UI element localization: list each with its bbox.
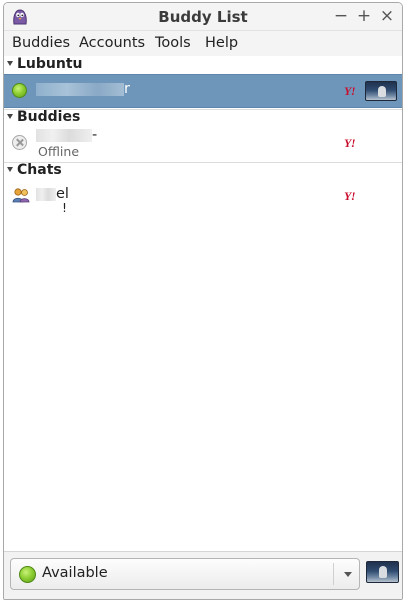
buddy-name: - [92, 127, 98, 143]
group-label: Lubuntu [17, 56, 83, 72]
title-bar[interactable]: Buddy List − + × [4, 3, 402, 31]
redacted-name [36, 83, 124, 96]
menu-buddies[interactable]: Buddies [12, 35, 70, 51]
dropdown-arrow-icon[interactable] [344, 572, 352, 577]
yahoo-icon: Y! [344, 84, 356, 98]
expander-arrow-icon[interactable] [7, 167, 13, 172]
buddy-avatar [365, 81, 397, 101]
buddy-list-window: Buddy List − + × Buddies Accounts Tools … [3, 2, 403, 600]
status-bar: Available [4, 551, 402, 599]
buddy-status-text: Offline [38, 144, 80, 159]
chat-row[interactable]: el ! Y! [4, 180, 402, 215]
menu-bar: Buddies Accounts Tools Help [4, 31, 402, 56]
redacted-name [36, 129, 92, 142]
buddy-list: Lubuntu r Y! Buddies - Offline Y! Chats [4, 56, 402, 551]
buddy-name: r [124, 81, 130, 97]
menu-tools[interactable]: Tools [155, 35, 191, 51]
group-label: Buddies [17, 109, 81, 125]
group-header-buddies[interactable]: Buddies [4, 109, 402, 127]
group-label: Chats [17, 162, 62, 178]
minimize-button[interactable]: − [332, 6, 350, 26]
offline-status-icon [12, 135, 27, 150]
group-header-lubuntu[interactable]: Lubuntu [4, 56, 402, 74]
chat-sub-mark: ! [62, 200, 68, 215]
menu-accounts[interactable]: Accounts [79, 35, 145, 51]
my-avatar[interactable] [366, 561, 399, 583]
buddy-row[interactable]: r Y! [4, 74, 402, 108]
yahoo-icon: Y! [344, 189, 356, 203]
yahoo-icon: Y! [344, 136, 356, 150]
status-label: Available [42, 565, 108, 581]
dropdown-separator [333, 563, 334, 585]
close-button[interactable]: × [378, 6, 396, 26]
expander-arrow-icon[interactable] [7, 61, 13, 66]
buddy-row[interactable]: - Offline Y! [4, 127, 402, 161]
chat-group-icon [12, 188, 30, 203]
redacted-name [36, 188, 56, 201]
expander-arrow-icon[interactable] [7, 114, 13, 119]
status-selector[interactable]: Available [10, 558, 360, 590]
menu-help[interactable]: Help [205, 35, 238, 51]
available-status-icon [19, 566, 36, 583]
group-header-chats[interactable]: Chats [4, 162, 402, 180]
available-status-icon [12, 83, 27, 98]
maximize-button[interactable]: + [355, 6, 373, 26]
